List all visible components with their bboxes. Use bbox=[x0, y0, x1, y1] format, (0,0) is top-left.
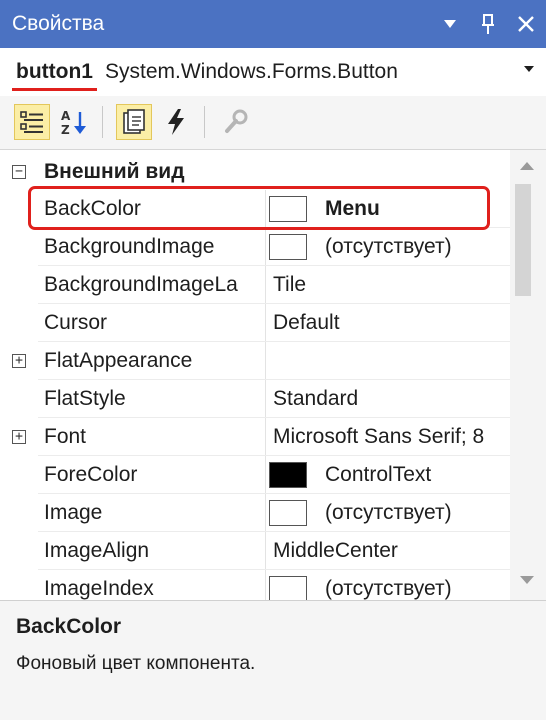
property-row[interactable]: ImageIndex (отсутствует) bbox=[0, 570, 510, 600]
scroll-up-icon[interactable] bbox=[520, 162, 534, 170]
svg-text:A: A bbox=[61, 109, 71, 123]
toolbar-separator bbox=[102, 106, 103, 138]
expand-icon[interactable]: + bbox=[12, 430, 26, 444]
property-value[interactable]: (отсутствует) bbox=[325, 494, 452, 532]
property-row[interactable]: BackColor Menu bbox=[0, 190, 510, 228]
property-row[interactable]: + FlatAppearance bbox=[0, 342, 510, 380]
column-divider bbox=[265, 228, 266, 266]
column-divider bbox=[265, 456, 266, 494]
toolbar-separator bbox=[204, 106, 205, 138]
property-name: ForeColor bbox=[44, 463, 138, 486]
property-name: ImageIndex bbox=[44, 577, 154, 600]
column-divider bbox=[265, 380, 266, 418]
scroll-thumb[interactable] bbox=[515, 184, 531, 296]
property-name: BackgroundImageLa bbox=[44, 273, 238, 296]
column-divider bbox=[265, 304, 266, 342]
description-title: BackColor bbox=[16, 615, 122, 638]
property-value[interactable]: (отсутствует) bbox=[325, 570, 452, 600]
property-name: BackColor bbox=[44, 197, 141, 220]
window-title: Свойства bbox=[12, 12, 105, 35]
property-row[interactable]: ForeColor ControlText bbox=[0, 456, 510, 494]
column-divider bbox=[265, 342, 266, 380]
pin-icon[interactable] bbox=[476, 12, 500, 36]
property-name: ImageAlign bbox=[44, 539, 150, 562]
description-text: Фоновый цвет компонента. bbox=[16, 653, 256, 674]
property-value[interactable]: (отсутствует) bbox=[325, 228, 452, 266]
color-swatch bbox=[269, 576, 307, 600]
object-name: button1 bbox=[12, 60, 97, 91]
property-name: FlatAppearance bbox=[44, 349, 193, 372]
property-grid: − Внешний вид BackColor Menu BackgroundIma… bbox=[0, 150, 510, 600]
chevron-down-icon[interactable] bbox=[524, 66, 534, 72]
color-swatch bbox=[269, 196, 307, 222]
property-value[interactable]: MiddleCenter bbox=[273, 532, 398, 570]
column-divider bbox=[265, 570, 266, 600]
properties-icon bbox=[123, 109, 145, 134]
category-label: Внешний вид bbox=[44, 160, 185, 183]
object-type: System.Windows.Forms.Button bbox=[104, 60, 398, 83]
property-name: FlatStyle bbox=[44, 387, 126, 410]
property-value[interactable]: Menu bbox=[325, 190, 380, 228]
column-divider bbox=[265, 418, 266, 456]
property-row[interactable]: BackgroundImage (отсутствует) bbox=[0, 228, 510, 266]
vertical-scrollbar[interactable] bbox=[510, 150, 546, 600]
property-value[interactable]: Microsoft Sans Serif; 8 bbox=[273, 418, 484, 456]
svg-text:Z: Z bbox=[61, 123, 70, 136]
property-value[interactable]: ControlText bbox=[325, 456, 431, 494]
close-icon[interactable] bbox=[514, 12, 538, 36]
events-icon bbox=[168, 109, 184, 135]
window-titlebar: Свойства bbox=[0, 0, 546, 48]
property-name: Font bbox=[44, 425, 87, 448]
column-divider bbox=[265, 266, 266, 304]
categorized-icon bbox=[20, 111, 43, 133]
description-panel: BackColor Фоновый цвет компонента. bbox=[0, 600, 546, 720]
expand-icon[interactable]: + bbox=[12, 354, 26, 368]
alphabetical-icon: A Z bbox=[61, 109, 86, 136]
property-pages-button[interactable] bbox=[218, 104, 254, 140]
property-row[interactable]: BackgroundImageLa Tile bbox=[0, 266, 510, 304]
property-row[interactable]: + Font Microsoft Sans Serif; 8 bbox=[0, 418, 510, 456]
collapse-icon[interactable]: − bbox=[12, 165, 26, 179]
color-swatch bbox=[269, 234, 307, 260]
color-swatch bbox=[269, 462, 307, 488]
dropdown-icon[interactable] bbox=[438, 12, 462, 36]
color-swatch bbox=[269, 500, 307, 526]
property-row[interactable]: Cursor Default bbox=[0, 304, 510, 342]
column-divider bbox=[265, 190, 266, 228]
property-value[interactable]: Tile bbox=[273, 266, 306, 304]
column-divider bbox=[265, 494, 266, 532]
property-row[interactable]: FlatStyle Standard bbox=[0, 380, 510, 418]
property-row[interactable]: ImageAlign MiddleCenter bbox=[0, 532, 510, 570]
events-button[interactable] bbox=[158, 104, 194, 140]
categorized-button[interactable] bbox=[14, 104, 50, 140]
property-name: Image bbox=[44, 501, 103, 524]
property-value[interactable]: Standard bbox=[273, 380, 358, 418]
property-row[interactable]: Image (отсутствует) bbox=[0, 494, 510, 532]
category-row[interactable]: − Внешний вид bbox=[0, 154, 510, 190]
alphabetical-button[interactable]: A Z bbox=[56, 104, 92, 140]
properties-button[interactable] bbox=[116, 104, 152, 140]
scroll-down-icon[interactable] bbox=[520, 576, 534, 584]
column-divider bbox=[265, 532, 266, 570]
property-name: BackgroundImage bbox=[44, 235, 215, 258]
object-selector[interactable]: button1 System.Windows.Forms.Button bbox=[0, 48, 546, 96]
property-pages-icon bbox=[225, 109, 248, 133]
property-value[interactable]: Default bbox=[273, 304, 340, 342]
property-toolbar: A Z bbox=[0, 96, 546, 150]
property-name: Cursor bbox=[44, 311, 108, 334]
